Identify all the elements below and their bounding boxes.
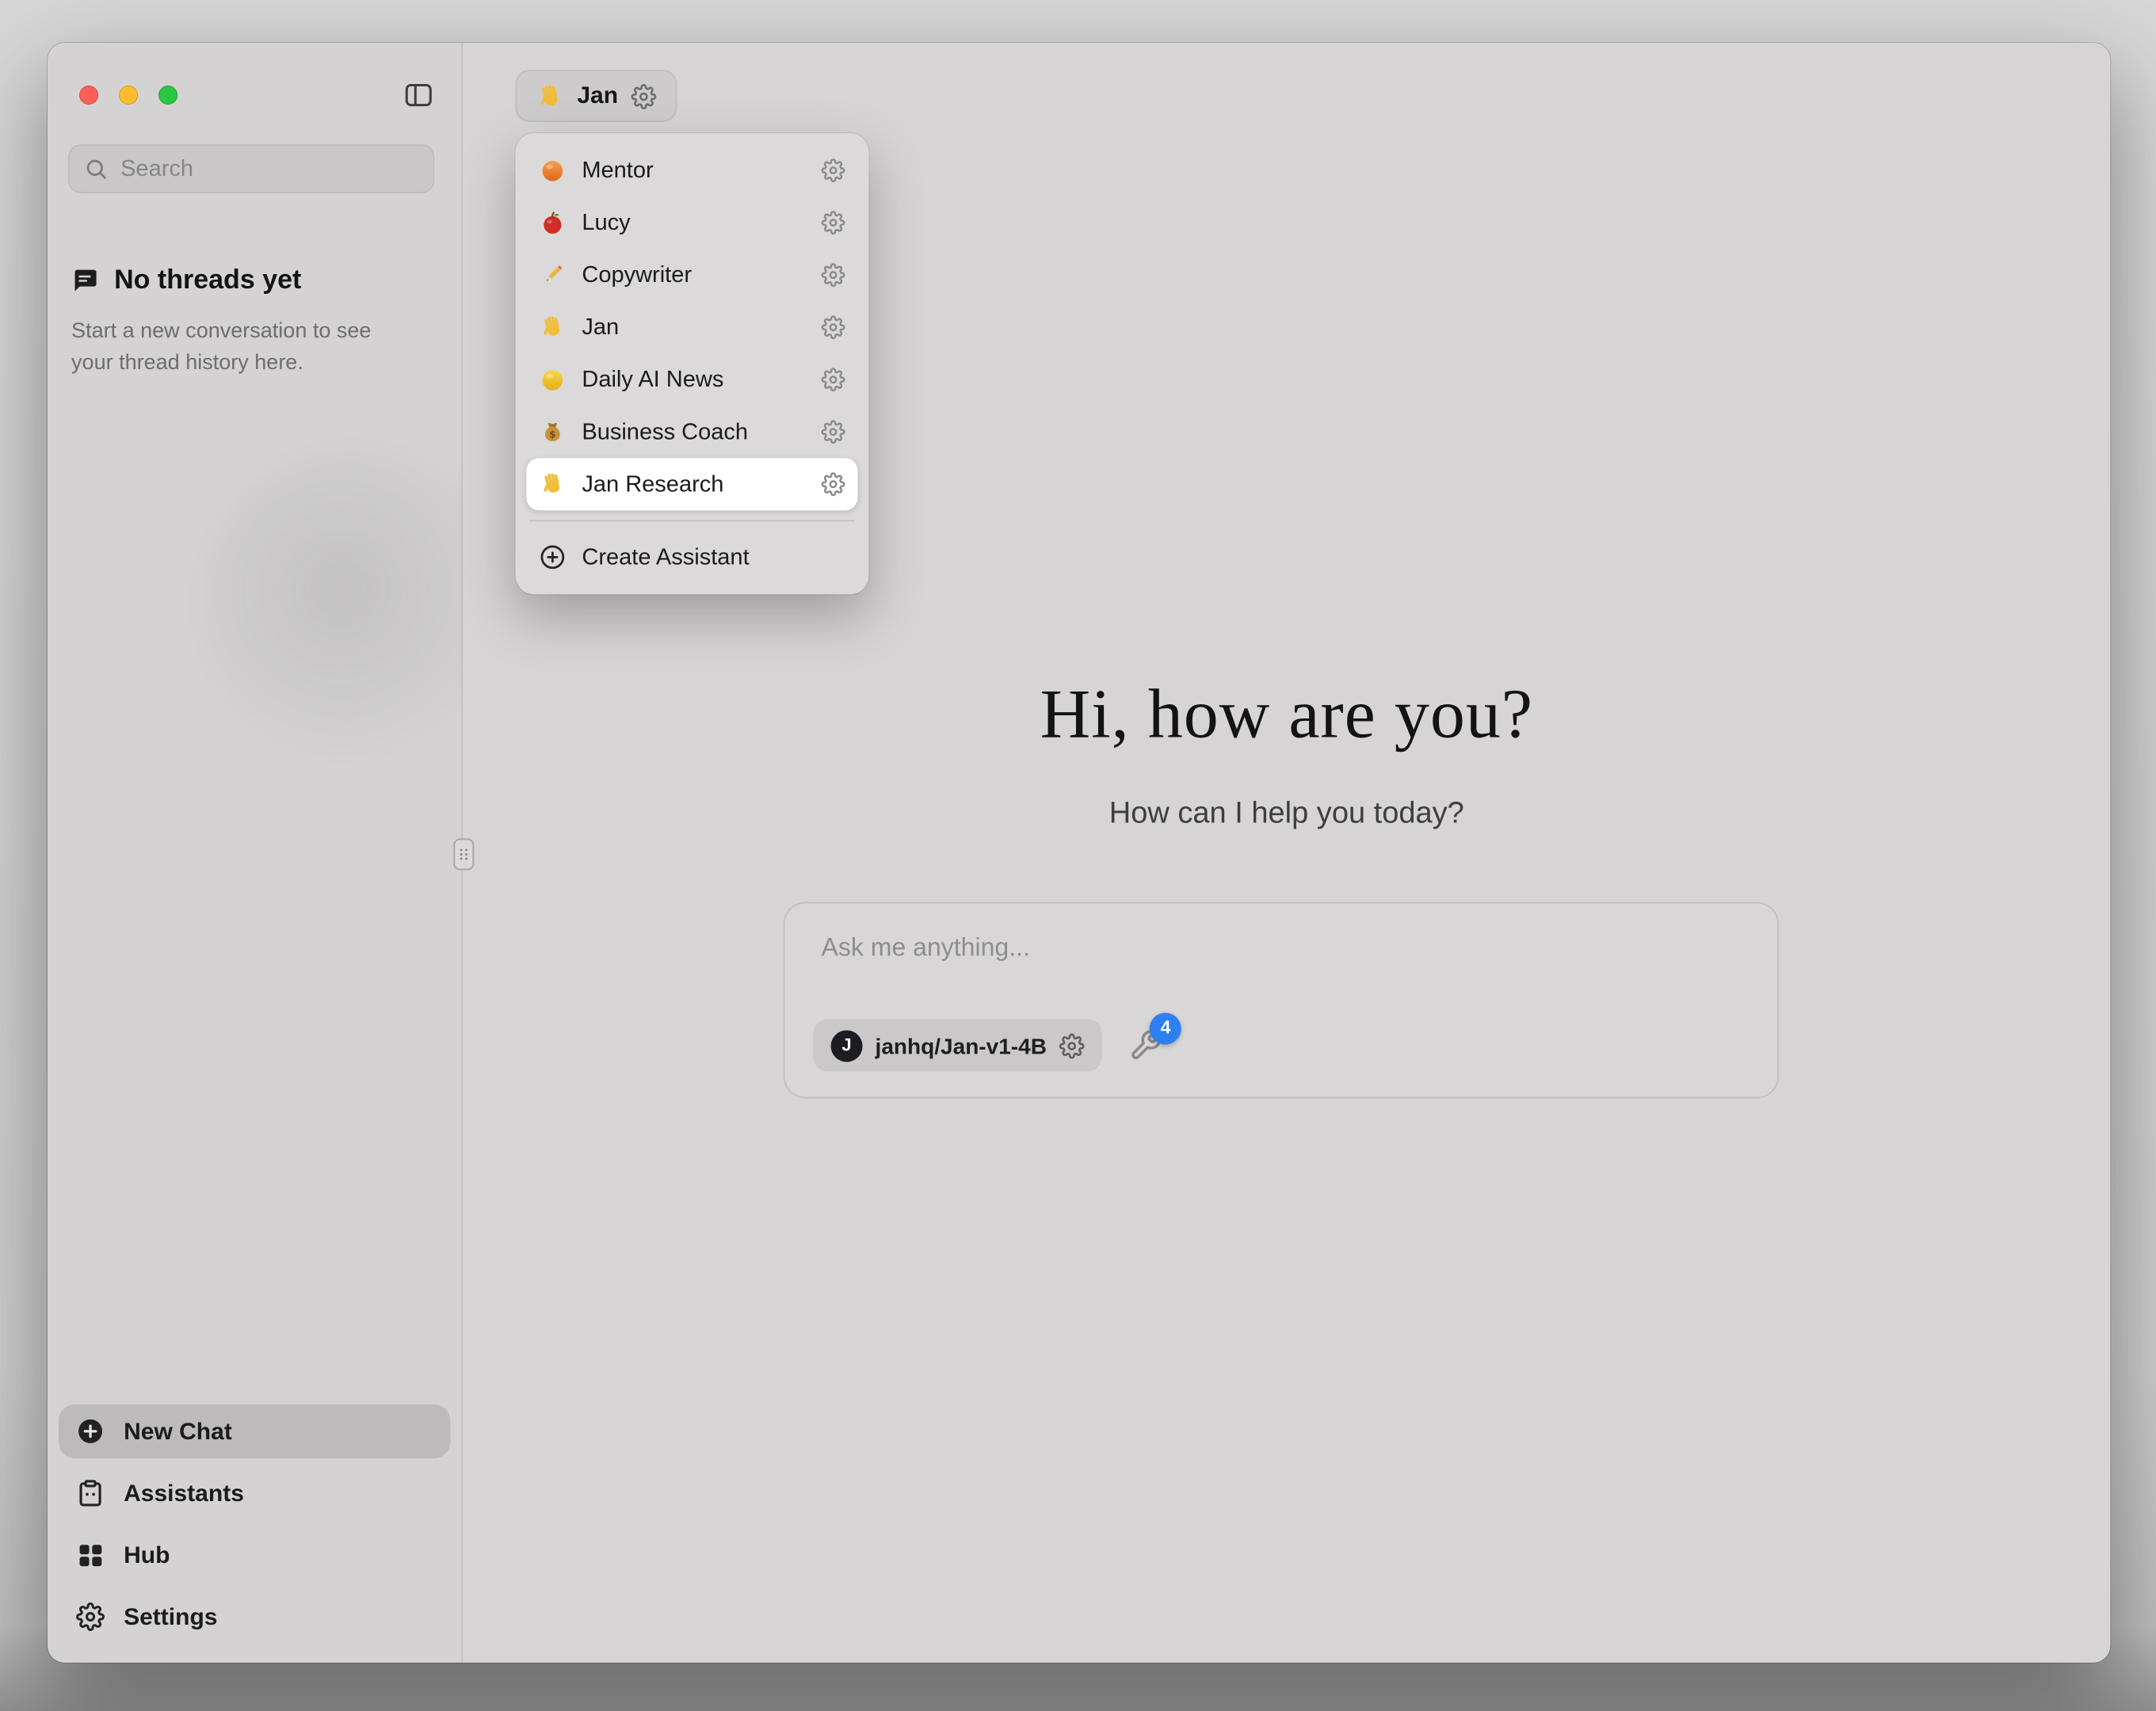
empty-state-description: Start a new conversation to see your thr… xyxy=(71,315,417,379)
chat-composer[interactable]: J janhq/Jan-v1-4B 4 xyxy=(783,902,1779,1099)
sidebar: No threads yet Start a new conversation … xyxy=(48,43,463,1663)
orange-circle-icon xyxy=(539,157,566,184)
create-assistant-icon xyxy=(539,543,566,570)
menu-item-jan[interactable]: Jan xyxy=(526,301,857,353)
menu-item-label: Daily AI News xyxy=(582,367,805,392)
gear-icon[interactable] xyxy=(822,420,845,444)
greeting: Hi, how are you? How can I help you toda… xyxy=(463,673,2110,832)
menu-item-daily-ai-news[interactable]: Daily AI News xyxy=(526,353,857,406)
search-input[interactable] xyxy=(120,156,418,181)
waving-hand-icon xyxy=(536,82,564,110)
menu-item-label: Jan xyxy=(582,314,805,340)
menu-item-mentor[interactable]: Mentor xyxy=(526,144,857,196)
composer-toolbar: J janhq/Jan-v1-4B 4 xyxy=(814,1019,1165,1072)
hub-icon xyxy=(76,1541,105,1569)
assistant-selector-button[interactable]: Jan xyxy=(515,70,677,122)
menu-item-jan-research[interactable]: Jan Research xyxy=(526,458,857,510)
gear-icon[interactable] xyxy=(822,315,845,339)
drag-handle-icon xyxy=(455,842,472,867)
main-area: Jan Mentor Lucy Copywriter xyxy=(463,43,2110,1663)
model-selector-button[interactable]: J janhq/Jan-v1-4B xyxy=(814,1019,1102,1072)
search-icon xyxy=(84,157,108,181)
sidebar-resize-handle[interactable] xyxy=(453,839,474,871)
sidebar-toggle-icon xyxy=(403,79,434,111)
sidebar-toggle-button[interactable] xyxy=(399,76,437,114)
gear-icon[interactable] xyxy=(822,158,845,182)
minimize-window-button[interactable] xyxy=(119,86,138,105)
menu-item-copywriter[interactable]: Copywriter xyxy=(526,249,857,301)
window-controls xyxy=(79,86,177,105)
menu-item-lucy[interactable]: Lucy xyxy=(526,196,857,249)
greeting-subtitle: How can I help you today? xyxy=(463,798,2110,833)
waving-hand-icon xyxy=(539,314,566,341)
menu-item-label: Mentor xyxy=(582,158,805,183)
gear-icon[interactable] xyxy=(822,368,845,391)
empty-state-title: No threads yet xyxy=(114,265,301,296)
model-name: janhq/Jan-v1-4B xyxy=(876,1033,1047,1058)
app-window: No threads yet Start a new conversation … xyxy=(48,43,2110,1663)
yellow-circle-icon xyxy=(539,366,566,393)
tools-button[interactable]: 4 xyxy=(1129,1028,1164,1063)
assistants-icon xyxy=(76,1479,105,1507)
model-avatar: J xyxy=(831,1030,863,1061)
gear-icon[interactable] xyxy=(822,211,845,234)
chat-input[interactable] xyxy=(822,929,1742,970)
assistant-settings-icon[interactable] xyxy=(631,83,656,109)
apple-icon xyxy=(539,209,566,236)
model-settings-icon[interactable] xyxy=(1059,1033,1085,1058)
gear-icon[interactable] xyxy=(822,472,845,496)
menu-item-business-coach[interactable]: Business Coach xyxy=(526,406,857,458)
money-bag-icon xyxy=(539,418,566,445)
menu-item-label: Lucy xyxy=(582,210,805,235)
sidebar-item-new-chat[interactable]: New Chat xyxy=(59,1404,450,1458)
sidebar-item-hub[interactable]: Hub xyxy=(59,1528,450,1582)
new-chat-icon xyxy=(76,1417,105,1446)
sidebar-nav: New Chat Assistants Hub Settings xyxy=(59,1404,450,1644)
tools-count-badge: 4 xyxy=(1150,1012,1181,1044)
sidebar-item-label: Settings xyxy=(124,1603,217,1630)
close-window-button[interactable] xyxy=(79,86,98,105)
search-bar[interactable] xyxy=(68,144,434,193)
settings-icon xyxy=(76,1602,105,1631)
desktop: No threads yet Start a new conversation … xyxy=(0,0,2156,1711)
menu-item-label: Jan Research xyxy=(582,471,805,497)
threads-icon xyxy=(71,266,100,295)
sidebar-item-label: New Chat xyxy=(124,1418,232,1445)
sidebar-item-label: Hub xyxy=(124,1541,170,1568)
menu-item-label: Copywriter xyxy=(582,262,805,288)
sidebar-item-assistants[interactable]: Assistants xyxy=(59,1466,450,1520)
assistant-menu: Mentor Lucy Copywriter Jan xyxy=(515,133,868,594)
zoom-window-button[interactable] xyxy=(158,86,177,105)
create-assistant-label: Create Assistant xyxy=(582,544,749,570)
current-assistant-name: Jan xyxy=(577,82,618,109)
create-assistant-button[interactable]: Create Assistant xyxy=(526,531,857,583)
sidebar-item-settings[interactable]: Settings xyxy=(59,1590,450,1644)
waving-hand-icon xyxy=(539,471,566,497)
sidebar-item-label: Assistants xyxy=(124,1480,244,1507)
threads-empty-state: No threads yet Start a new conversation … xyxy=(71,265,417,379)
menu-item-label: Business Coach xyxy=(582,419,805,444)
pencil-icon xyxy=(539,261,566,288)
menu-divider xyxy=(529,520,854,521)
greeting-title: Hi, how are you? xyxy=(463,673,2110,754)
gear-icon[interactable] xyxy=(822,263,845,287)
